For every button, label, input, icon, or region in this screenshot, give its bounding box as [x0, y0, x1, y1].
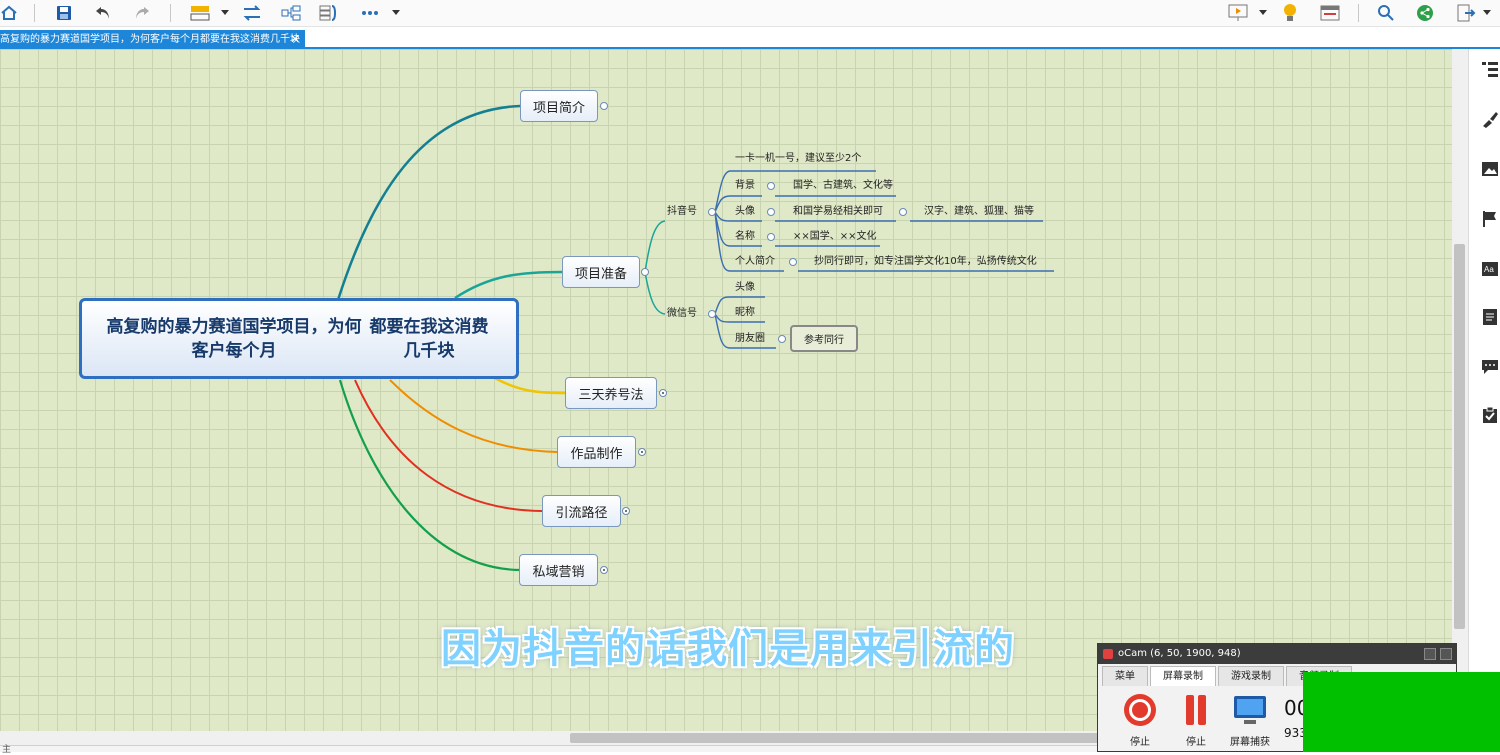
collapse-toggle[interactable]: [708, 208, 716, 216]
outline-icon[interactable]: [1480, 59, 1500, 79]
flag-icon[interactable]: [1480, 209, 1500, 229]
collapse-toggle[interactable]: [767, 182, 775, 190]
document-tab-label: 高复购的暴力赛道国学项目，为何客户每个月都要在我这消费几千块: [0, 34, 300, 45]
video-subtitle: 因为抖音的话我们是用来引流的: [441, 626, 1015, 672]
format-brush-icon[interactable]: [1480, 109, 1500, 129]
leaf-wechat-moments[interactable]: 朋友圈: [735, 332, 765, 346]
save-icon[interactable]: [54, 2, 74, 24]
ocam-tab-game-record[interactable]: 游戏录制: [1218, 666, 1284, 686]
main-toolbar: [0, 0, 1500, 27]
ocam-capture-label: 屏幕捕获: [1230, 737, 1270, 748]
collapse-toggle[interactable]: [778, 335, 786, 343]
chevron-down-icon[interactable]: [1258, 2, 1268, 24]
leaf-douyin-avatar[interactable]: 头像: [735, 205, 755, 219]
text-style-icon[interactable]: Aa: [1480, 259, 1500, 279]
leaf-douyin-avatar-extra[interactable]: 汉字、建筑、狐狸、猫等: [924, 205, 1034, 219]
svg-text:Aa: Aa: [1484, 265, 1494, 274]
leaf-wechat-avatar[interactable]: 头像: [735, 281, 755, 295]
tab-bar: 高复购的暴力赛道国学项目，为何客户每个月都要在我这消费几千块 ✕: [0, 27, 1500, 49]
leaf-wechat-nickname[interactable]: 昵称: [735, 306, 755, 320]
structure-icon[interactable]: [280, 2, 302, 24]
expand-toggle[interactable]: [622, 507, 630, 515]
branch-line-prep: [454, 270, 563, 300]
panel-icon[interactable]: [1319, 2, 1341, 24]
insert-topic-icon[interactable]: [189, 2, 211, 24]
branch-line-traffic: [354, 379, 543, 512]
scroll-thumb[interactable]: [570, 733, 1110, 743]
branch-line-raise: [494, 376, 566, 395]
ocam-tab-menu[interactable]: 菜单: [1102, 666, 1148, 686]
leaf-douyin-background-value[interactable]: 国学、古建筑、文化等: [793, 179, 893, 193]
leaf-wechat-moments-value[interactable]: 参考同行: [790, 325, 858, 352]
share-icon[interactable]: [1415, 2, 1435, 24]
leaf-douyin-devices[interactable]: 一卡一机一号，建议至少2个: [735, 152, 861, 166]
expand-toggle[interactable]: [638, 448, 646, 456]
expand-toggle[interactable]: [659, 389, 667, 397]
scroll-thumb[interactable]: [1454, 244, 1465, 629]
chevron-down-icon[interactable]: [1482, 2, 1492, 24]
ocam-title-bar[interactable]: oCam (6, 50, 1900, 948): [1098, 644, 1456, 664]
document-tab[interactable]: 高复购的暴力赛道国学项目，为何客户每个月都要在我这消费几千块 ✕: [0, 30, 305, 49]
relationship-icon[interactable]: [241, 2, 263, 24]
ocam-tab-screen-record[interactable]: 屏幕录制: [1150, 666, 1216, 686]
topic-content-creation[interactable]: 作品制作: [557, 436, 636, 468]
collapse-toggle[interactable]: [641, 268, 649, 276]
topic-private-domain[interactable]: 私域营销: [519, 554, 598, 586]
undo-icon[interactable]: [93, 2, 113, 24]
notes-icon[interactable]: [1480, 307, 1500, 327]
more-icon[interactable]: [360, 2, 380, 24]
task-icon[interactable]: [1480, 405, 1500, 425]
image-icon[interactable]: [1480, 159, 1500, 179]
close-icon[interactable]: ✕: [290, 30, 300, 49]
lightbulb-icon[interactable]: [1280, 2, 1300, 24]
minimize-icon[interactable]: [1424, 648, 1436, 660]
subtopic-wechat[interactable]: 微信号: [667, 307, 697, 321]
export-icon[interactable]: [1455, 2, 1477, 24]
record-stop-icon: [1124, 694, 1156, 726]
collapse-toggle[interactable]: [708, 310, 716, 318]
branch-line-private: [338, 379, 520, 572]
ocam-pause-button[interactable]: 停止: [1174, 692, 1218, 748]
central-topic[interactable]: 高复购的暴力赛道国学项目，为何客户每个月 都要在我这消费几千块: [79, 298, 519, 379]
subtopic-douyin[interactable]: 抖音号: [667, 205, 697, 219]
vertical-scrollbar[interactable]: [1452, 49, 1468, 731]
ocam-logo-icon: [1103, 649, 1113, 659]
search-icon[interactable]: [1376, 2, 1396, 24]
summary-icon[interactable]: [318, 2, 340, 24]
leaf-douyin-name-value[interactable]: ××国学、××文化: [793, 230, 877, 244]
presentation-icon[interactable]: [1227, 2, 1249, 24]
leaf-douyin-avatar-value[interactable]: 和国学易经相关即可: [793, 205, 883, 219]
topic-preparation[interactable]: 项目准备: [562, 256, 640, 288]
right-sidebar: Aa: [1468, 49, 1500, 752]
collapse-toggle[interactable]: [600, 102, 608, 110]
ocam-pause-label: 停止: [1186, 737, 1206, 748]
chevron-down-icon[interactable]: [220, 2, 230, 24]
ocam-title: oCam (6, 50, 1900, 948): [1118, 648, 1241, 659]
topic-intro[interactable]: 项目简介: [520, 90, 598, 122]
collapse-toggle[interactable]: [789, 258, 797, 266]
leaf-douyin-background[interactable]: 背景: [735, 179, 755, 193]
collapse-toggle[interactable]: [899, 208, 907, 216]
pause-icon: [1186, 695, 1206, 725]
ocam-stop-button[interactable]: 停止: [1118, 692, 1162, 748]
close-icon[interactable]: [1440, 648, 1452, 660]
redo-icon[interactable]: [132, 2, 152, 24]
branch-line-intro: [336, 104, 521, 301]
comment-icon[interactable]: [1480, 357, 1500, 377]
ocam-capture-button[interactable]: 屏幕捕获: [1228, 692, 1272, 748]
status-label: 主: [2, 745, 12, 755]
chevron-down-icon[interactable]: [391, 2, 401, 24]
ocam-stop-label: 停止: [1130, 737, 1150, 748]
topic-account-raising[interactable]: 三天养号法: [565, 377, 657, 409]
leaf-douyin-bio[interactable]: 个人简介: [735, 255, 775, 269]
leaf-douyin-bio-value[interactable]: 抄同行即可，如专注国学文化10年，弘扬传统文化: [814, 255, 1037, 269]
collapse-toggle[interactable]: [767, 208, 775, 216]
green-overlay: [1303, 672, 1500, 752]
home-icon[interactable]: [0, 2, 18, 24]
monitor-icon: [1234, 696, 1266, 724]
topic-traffic-path[interactable]: 引流路径: [542, 495, 621, 527]
collapse-toggle[interactable]: [767, 233, 775, 241]
leaf-douyin-name[interactable]: 名称: [735, 230, 755, 244]
expand-toggle[interactable]: [600, 566, 608, 574]
